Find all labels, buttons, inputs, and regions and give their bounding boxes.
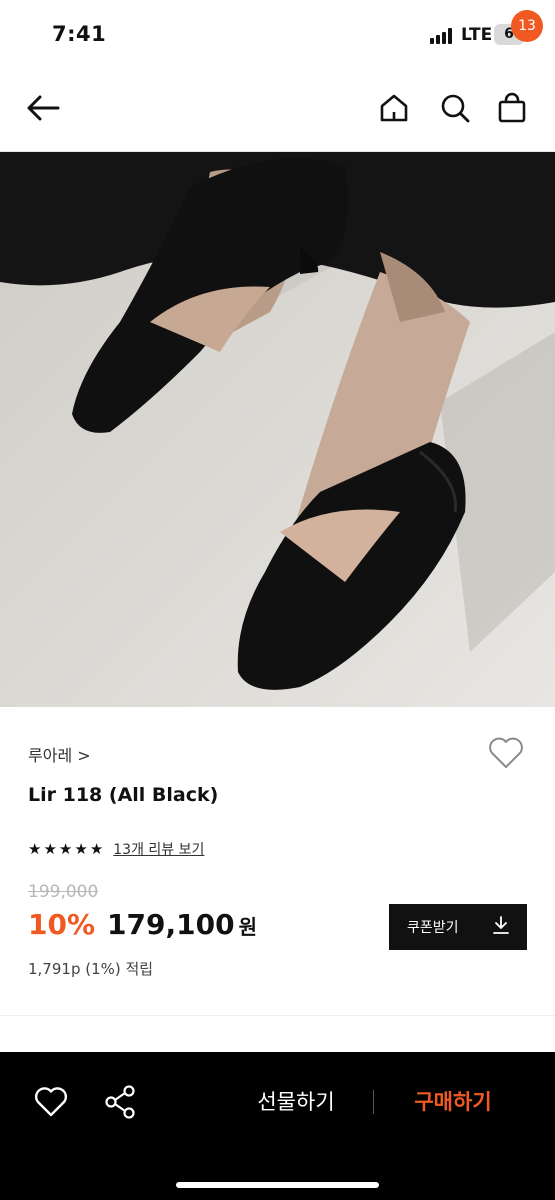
rating-stars: ★ ★ ★ ★ ★	[28, 840, 103, 858]
back-arrow-icon[interactable]	[24, 92, 62, 124]
network-label: LTE	[461, 25, 493, 45]
price-row: 10% 179,100 원	[28, 908, 257, 941]
heart-icon[interactable]	[34, 1086, 68, 1118]
share-icon[interactable]	[104, 1084, 136, 1120]
rating-row: ★ ★ ★ ★ ★ 13개 리뷰 보기	[28, 838, 204, 860]
original-price: 199,000	[28, 882, 99, 902]
search-icon[interactable]	[439, 92, 471, 124]
star-icon: ★	[43, 840, 57, 858]
buy-button[interactable]: 구매하기	[393, 1086, 513, 1116]
status-time: 7:41	[52, 22, 107, 46]
review-link[interactable]: 13개 리뷰 보기	[113, 839, 204, 859]
product-title: Lir 118 (All Black)	[28, 784, 219, 806]
coupon-button[interactable]: 쿠폰받기	[389, 904, 527, 950]
heart-icon[interactable]	[487, 736, 525, 770]
points-info: 1,791p (1%) 적립	[28, 960, 154, 978]
app-header	[0, 66, 555, 152]
brand-link[interactable]: 루아레 >	[28, 742, 91, 766]
star-icon: ★	[58, 840, 73, 858]
cart-count-badge: 13	[511, 10, 543, 42]
button-separator	[373, 1090, 374, 1114]
gift-button[interactable]: 선물하기	[236, 1086, 356, 1116]
cart-icon[interactable]	[496, 92, 528, 124]
product-image[interactable]	[0, 152, 555, 707]
coupon-label: 쿠폰받기	[407, 920, 459, 936]
section-divider	[0, 1015, 555, 1016]
star-icon: ★	[74, 840, 88, 858]
discount-rate: 10%	[28, 908, 96, 941]
bottom-action-bar: 선물하기 구매하기	[0, 1052, 555, 1200]
home-indicator	[176, 1182, 379, 1188]
price-unit: 원	[238, 915, 257, 939]
home-icon[interactable]	[378, 92, 410, 124]
star-icon: ★	[28, 840, 42, 858]
download-icon	[493, 916, 509, 938]
sale-price: 179,100	[107, 908, 235, 941]
star-icon: ★	[89, 840, 104, 858]
status-bar: 7:41 LTE 6	[0, 0, 555, 66]
signal-icon	[430, 28, 456, 44]
